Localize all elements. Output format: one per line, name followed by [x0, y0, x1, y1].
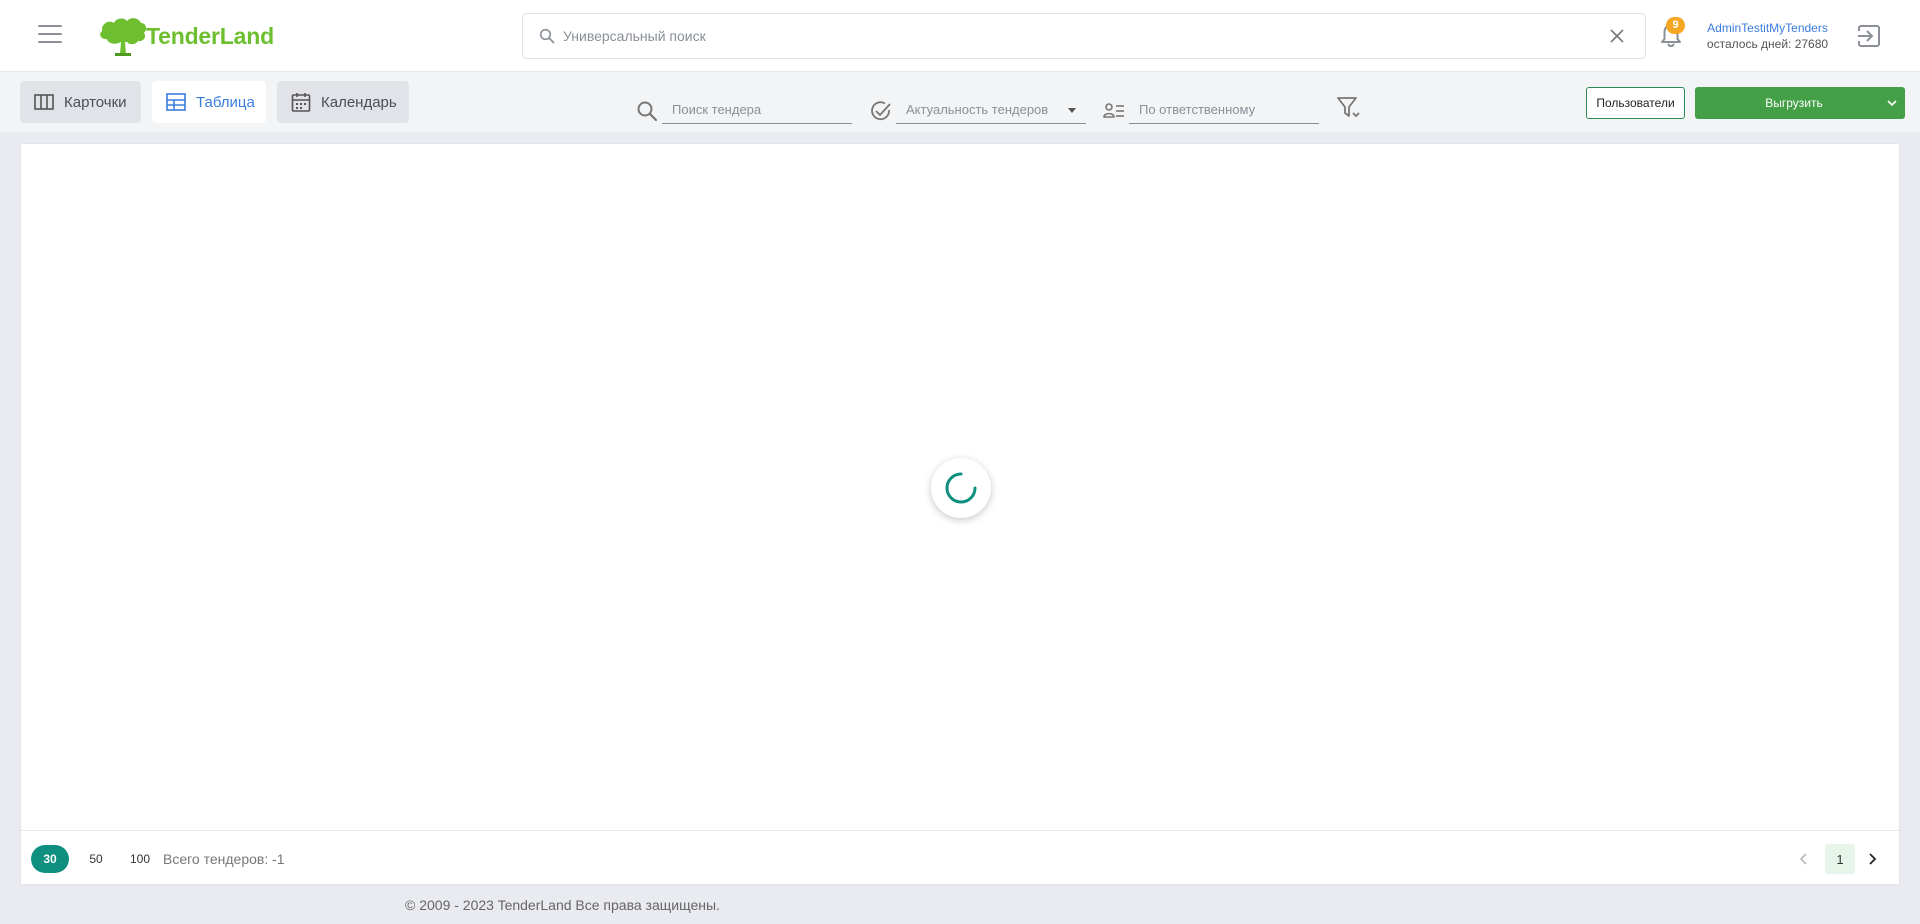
logo[interactable]: TenderLand — [98, 14, 274, 58]
universal-search-input[interactable] — [555, 14, 1605, 58]
pagination-bar: 30 50 100 Всего тендеров: -1 1 — [21, 830, 1899, 886]
chevron-right-icon — [1869, 853, 1877, 865]
next-page-button[interactable] — [1863, 849, 1883, 869]
user-name-link[interactable]: AdminTestitMyTenders — [1700, 20, 1835, 36]
tenders-table-panel: 30 50 100 Всего тендеров: -1 1 — [20, 143, 1900, 885]
user-info: AdminTestitMyTenders осталось дней: 2768… — [1700, 20, 1835, 52]
days-left: осталось дней: 27680 — [1706, 37, 1829, 51]
top-header: TenderLand 9 AdminTestitMyTenders остало… — [0, 0, 1920, 72]
notifications-badge: 9 — [1666, 17, 1685, 34]
chevron-down-icon[interactable] — [1879, 87, 1905, 119]
actuality-filter: Актуальность тендеров — [870, 96, 1086, 124]
search-icon — [539, 28, 555, 44]
responsible-filter: По ответственному — [1103, 96, 1319, 124]
search-icon — [637, 101, 658, 122]
clear-search-button[interactable] — [1605, 24, 1629, 48]
actuality-select-label: Актуальность тендеров — [906, 102, 1049, 117]
export-button[interactable]: Выгрузить — [1695, 87, 1905, 119]
table-icon — [166, 92, 186, 112]
menu-icon[interactable] — [38, 25, 62, 45]
tab-calendar-label: Календарь — [321, 93, 397, 111]
logo-text: TenderLand — [146, 22, 274, 49]
calendar-icon — [291, 92, 311, 112]
universal-search — [522, 13, 1646, 59]
page-size-50[interactable]: 50 — [81, 845, 111, 873]
spinner-icon — [945, 472, 977, 504]
previous-page-button[interactable] — [1793, 849, 1813, 869]
total-count: Всего тендеров: -1 — [163, 851, 285, 867]
chevron-left-icon — [1799, 853, 1807, 865]
tab-table-label: Таблица — [196, 93, 255, 111]
filter-funnel-icon[interactable] — [1336, 96, 1362, 120]
table-content — [21, 144, 1899, 830]
copyright-footer: © 2009 - 2023 TenderLand Все права защищ… — [405, 897, 720, 913]
users-button[interactable]: Пользователи — [1586, 87, 1685, 119]
tree-logo-icon — [100, 18, 147, 56]
tender-search-input[interactable]: Поиск тендера — [662, 96, 852, 124]
person-list-icon — [1103, 103, 1124, 118]
tab-cards[interactable]: Карточки — [20, 81, 141, 123]
chevron-down-icon — [1068, 108, 1076, 113]
logout-icon[interactable] — [1855, 22, 1883, 50]
page-number-current[interactable]: 1 — [1825, 844, 1855, 874]
columns-icon — [34, 92, 54, 112]
loading-spinner — [931, 458, 991, 518]
tab-table[interactable]: Таблица — [152, 81, 266, 123]
export-button-label: Выгрузить — [1765, 96, 1823, 110]
tender-search-filter: Поиск тендера — [636, 96, 852, 124]
close-icon — [1610, 29, 1624, 43]
tab-calendar[interactable]: Календарь — [277, 81, 409, 123]
page-size-100[interactable]: 100 — [123, 845, 157, 873]
responsible-input[interactable]: По ответственному — [1129, 96, 1319, 124]
actuality-select[interactable]: Актуальность тендеров — [896, 96, 1086, 124]
check-circle-icon — [871, 101, 891, 121]
page-size-30[interactable]: 30 — [31, 845, 69, 873]
tab-cards-label: Карточки — [64, 93, 127, 111]
